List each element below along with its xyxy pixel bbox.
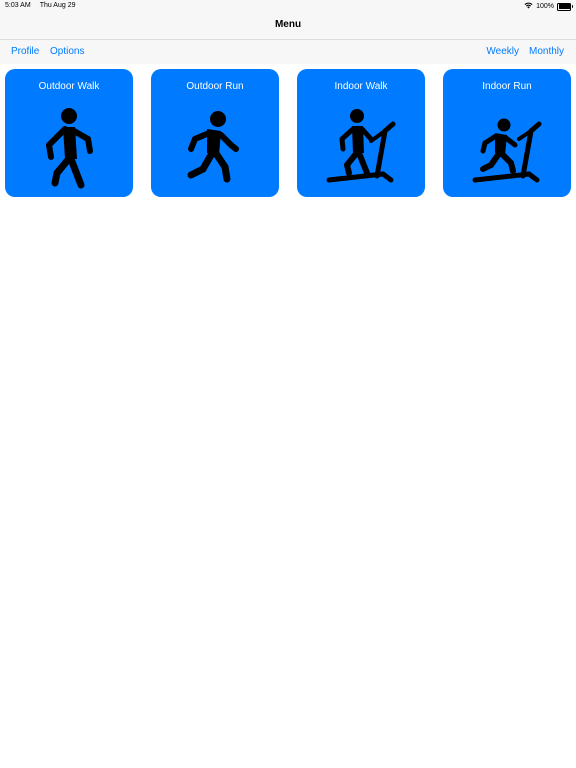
navigation-bar: Menu <box>0 12 576 40</box>
running-person-icon <box>187 111 239 183</box>
menu-screen: 5:03 AM Thu Aug 29 100% Menu Profile Opt… <box>0 0 576 768</box>
monthly-button[interactable]: Monthly <box>529 46 564 57</box>
status-time: 5:03 AM <box>5 2 31 9</box>
weekly-button[interactable]: Weekly <box>486 46 519 57</box>
wifi-icon <box>524 2 533 11</box>
status-right: 100% <box>524 2 573 11</box>
outdoor-walk-tile[interactable]: Outdoor Walk <box>5 69 133 197</box>
battery-level-fill <box>558 4 570 9</box>
status-left: 5:03 AM Thu Aug 29 <box>5 2 76 9</box>
outdoor-run-tile[interactable]: Outdoor Run <box>151 69 279 197</box>
status-bar: 5:03 AM Thu Aug 29 100% <box>0 0 576 12</box>
battery-percent: 100% <box>536 3 554 10</box>
page-title: Menu <box>274 19 302 30</box>
walking-person-icon <box>46 108 93 189</box>
profile-button[interactable]: Profile <box>11 46 39 57</box>
toolbar: Profile Options Weekly Monthly <box>0 40 576 64</box>
indoor-run-tile[interactable]: Indoor Run <box>443 69 571 197</box>
treadmill-run-icon <box>472 118 542 183</box>
treadmill-walk-icon <box>326 109 396 183</box>
battery-icon <box>557 2 573 11</box>
status-date: Thu Aug 29 <box>39 2 76 9</box>
indoor-walk-tile[interactable]: Indoor Walk <box>297 69 425 197</box>
options-button[interactable]: Options <box>50 46 84 57</box>
